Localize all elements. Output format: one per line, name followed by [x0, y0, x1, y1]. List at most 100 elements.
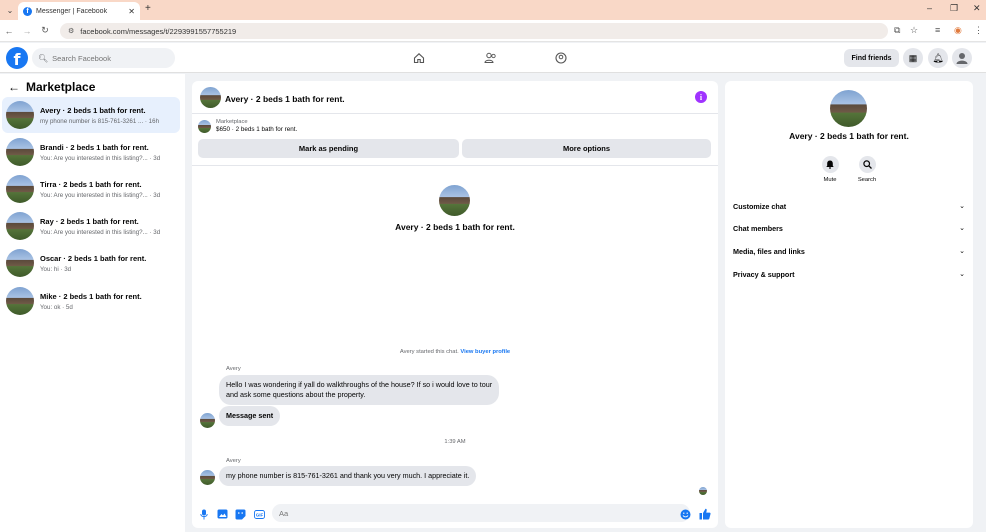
close-window-icon[interactable]: ✕ — [973, 3, 981, 14]
sticker-icon[interactable] — [234, 508, 246, 520]
message-bubble[interactable]: Message sent — [219, 406, 281, 426]
conversation-preview: You: ok · 5d — [40, 303, 73, 311]
marketplace-sidebar: ← Marketplace Avery · 2 beds 1 bath for … — [0, 74, 185, 532]
tab-close-icon[interactable]: ✕ — [128, 7, 135, 16]
marketplace-listing-banner[interactable]: Marketplace $650 · 2 beds 1 bath for ren… — [198, 119, 297, 133]
conversation-item[interactable]: Mike · 2 beds 1 bath for rent. You: ok ·… — [2, 283, 180, 319]
message-input[interactable] — [272, 504, 690, 522]
info-row-label: Customize chat — [733, 201, 787, 211]
find-friends-button[interactable]: Find friends — [844, 49, 899, 67]
site-info-icon[interactable]: ⚙ — [68, 27, 74, 35]
browser-tab[interactable]: f Messenger | Facebook ✕ — [18, 2, 140, 20]
facebook-logo-icon[interactable]: f — [6, 47, 28, 69]
chevron-down-icon: ⌄ — [959, 271, 965, 278]
more-options-button[interactable]: More options — [462, 139, 711, 158]
home-icon[interactable] — [411, 50, 427, 66]
center-avatar — [439, 185, 470, 216]
conversation-name: Avery · 2 beds 1 bath for rent. — [40, 105, 146, 115]
gif-icon[interactable]: GIF — [253, 508, 265, 520]
info-icon[interactable]: i — [695, 91, 707, 103]
omnibox[interactable]: ⚙ facebook.com/messages/t/22939915577552… — [60, 23, 888, 39]
conversation-item[interactable]: Brandi · 2 beds 1 bath for rent. You: Ar… — [2, 134, 180, 170]
chat-members-row[interactable]: Chat members ⌄ — [733, 219, 965, 237]
listing-description: $650 · 2 beds 1 bath for rent. — [216, 126, 298, 133]
conversation-preview: my phone number is 815-761-3261 ... · 16… — [40, 117, 160, 125]
tab-title: Messenger | Facebook — [36, 7, 108, 15]
conversation-item[interactable]: Ray · 2 beds 1 bath for rent. You: Are y… — [2, 208, 180, 244]
sender-avatar — [200, 470, 215, 485]
tab-search-icon[interactable]: ⌄ — [0, 0, 20, 20]
new-tab-icon[interactable]: + — [145, 3, 151, 14]
view-buyer-profile-link[interactable]: View buyer profile — [460, 349, 510, 355]
url-text: facebook.com/messages/t/2293991557755219 — [80, 26, 237, 36]
chat-panel: Avery · 2 beds 1 bath for rent. i Market… — [192, 81, 718, 528]
account-avatar-icon[interactable] — [952, 48, 972, 68]
conversation-item[interactable]: Tirra · 2 beds 1 bath for rent. You: Are… — [2, 171, 180, 207]
emoji-icon[interactable] — [679, 508, 691, 520]
avatar — [6, 212, 34, 240]
mute-button[interactable]: Mute — [815, 156, 845, 183]
search-in-chat-button[interactable]: Search — [852, 156, 882, 183]
seen-indicator — [699, 487, 707, 495]
chat-title[interactable]: Avery · 2 beds 1 bath for rent. — [225, 94, 345, 104]
conversation-item[interactable]: Oscar · 2 beds 1 bath for rent. You: hi … — [2, 245, 180, 281]
chat-header: Avery · 2 beds 1 bath for rent. i — [192, 81, 718, 114]
listing-thumbnail — [198, 119, 211, 133]
conversation-name: Mike · 2 beds 1 bath for rent. — [40, 291, 142, 301]
info-row-label: Chat members — [733, 223, 783, 233]
profile-nav-icon[interactable] — [553, 50, 569, 66]
message-timestamp: 1:39 AM — [444, 439, 466, 445]
extensions-icon[interactable]: ≡ — [935, 25, 940, 35]
avatar — [6, 175, 34, 203]
message-sender: Avery — [226, 458, 241, 464]
mark-as-pending-button[interactable]: Mark as pending — [198, 139, 459, 158]
avatar — [6, 138, 34, 166]
media-files-links-row[interactable]: Media, files and links ⌄ — [733, 242, 965, 260]
forward-icon[interactable]: → — [18, 26, 36, 36]
conversation-name: Ray · 2 beds 1 bath for rent. — [40, 216, 139, 226]
photo-icon[interactable] — [216, 508, 228, 520]
menu-grid-icon[interactable]: ▦ — [903, 48, 923, 68]
search-label: Search — [857, 177, 877, 183]
privacy-support-row[interactable]: Privacy & support ⌄ — [733, 265, 965, 283]
divider — [192, 165, 718, 166]
chevron-down-icon: ⌄ — [959, 203, 965, 210]
profile-icon[interactable]: ◉ — [954, 25, 962, 36]
info-avatar — [830, 90, 867, 127]
minimize-icon[interactable]: – — [927, 3, 932, 13]
conversation-name: Brandi · 2 beds 1 bath for rent. — [40, 142, 149, 152]
chat-avatar[interactable] — [200, 87, 221, 108]
bell-icon — [821, 156, 839, 173]
restore-icon[interactable]: ❐ — [950, 3, 958, 14]
message-line: and ask some questions about the propert… — [226, 390, 366, 399]
customize-chat-row[interactable]: Customize chat ⌄ — [733, 197, 965, 215]
message-line: Message sent — [226, 411, 274, 420]
chevron-down-icon: ⌄ — [959, 248, 965, 255]
conversation-item[interactable]: Avery · 2 beds 1 bath for rent. my phone… — [2, 97, 180, 133]
address-bar: ← → ↻ ⚙ facebook.com/messages/t/22939915… — [0, 20, 986, 42]
conversation-preview: You: Are you interested in this listing?… — [40, 191, 161, 199]
like-thumb-icon[interactable] — [699, 508, 711, 520]
browser-tab-bar: ⌄ f Messenger | Facebook ✕ + – ❐ ✕ — [0, 0, 986, 20]
chevron-down-icon: ⌄ — [959, 225, 965, 232]
back-icon[interactable]: ← — [0, 26, 18, 36]
notifications-icon[interactable]: 🔔︎ — [928, 48, 948, 68]
install-app-icon[interactable]: ⧉ — [894, 25, 900, 36]
info-row-label: Media, files and links — [733, 246, 805, 256]
message-bubble[interactable]: Hello I was wondering if yall do walkthr… — [219, 375, 500, 405]
sidebar-title: Marketplace — [26, 80, 96, 94]
message-line: my phone number is 815-761-3261 and than… — [226, 471, 470, 480]
microphone-icon[interactable] — [198, 508, 210, 520]
friends-icon[interactable] — [482, 50, 498, 66]
conversation-preview: You: Are you interested in this listing?… — [40, 228, 161, 236]
chat-started-notice: Avery started this chat. View buyer prof… — [192, 349, 718, 355]
reload-icon[interactable]: ↻ — [36, 25, 54, 36]
chat-info-panel: Avery · 2 beds 1 bath for rent. Mute Sea… — [725, 81, 973, 528]
bookmark-star-icon[interactable]: ☆ — [910, 25, 918, 36]
avatar — [6, 101, 34, 129]
back-arrow-icon[interactable]: ← — [8, 80, 20, 94]
search-input[interactable] — [52, 53, 163, 63]
chrome-menu-icon[interactable]: ⋮ — [974, 25, 983, 36]
facebook-search[interactable]: 🔍︎ — [32, 48, 175, 68]
message-bubble[interactable]: my phone number is 815-761-3261 and than… — [219, 466, 477, 486]
